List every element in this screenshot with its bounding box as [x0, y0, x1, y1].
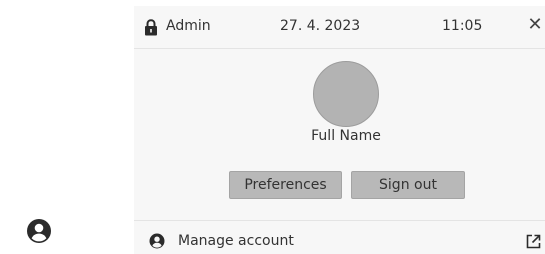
account-popup: Admin 27. 4. 2023 11:05 ✕ Full Name Pref… [134, 6, 545, 254]
sign-out-button[interactable]: Sign out [351, 171, 465, 199]
close-icon: ✕ [527, 14, 543, 35]
close-button[interactable]: ✕ [524, 14, 545, 36]
avatar [313, 61, 379, 127]
time-label: 11:05 [442, 18, 483, 34]
preferences-button[interactable]: Preferences [229, 171, 342, 199]
taskbar-user-button[interactable] [26, 218, 52, 244]
external-link-icon[interactable] [526, 234, 541, 249]
popup-header: Admin 27. 4. 2023 11:05 ✕ [134, 6, 545, 49]
date-label: 27. 4. 2023 [280, 18, 361, 34]
manage-account-link[interactable]: Manage account [178, 233, 294, 249]
popup-footer: Manage account [134, 220, 545, 254]
lock-icon [145, 19, 157, 36]
account-circle-icon [149, 233, 165, 249]
full-name-label: Full Name [311, 128, 381, 144]
user-name-label: Admin [166, 18, 211, 34]
desktop: Admin 27. 4. 2023 11:05 ✕ Full Name Pref… [0, 0, 545, 254]
account-circle-icon [27, 219, 51, 243]
